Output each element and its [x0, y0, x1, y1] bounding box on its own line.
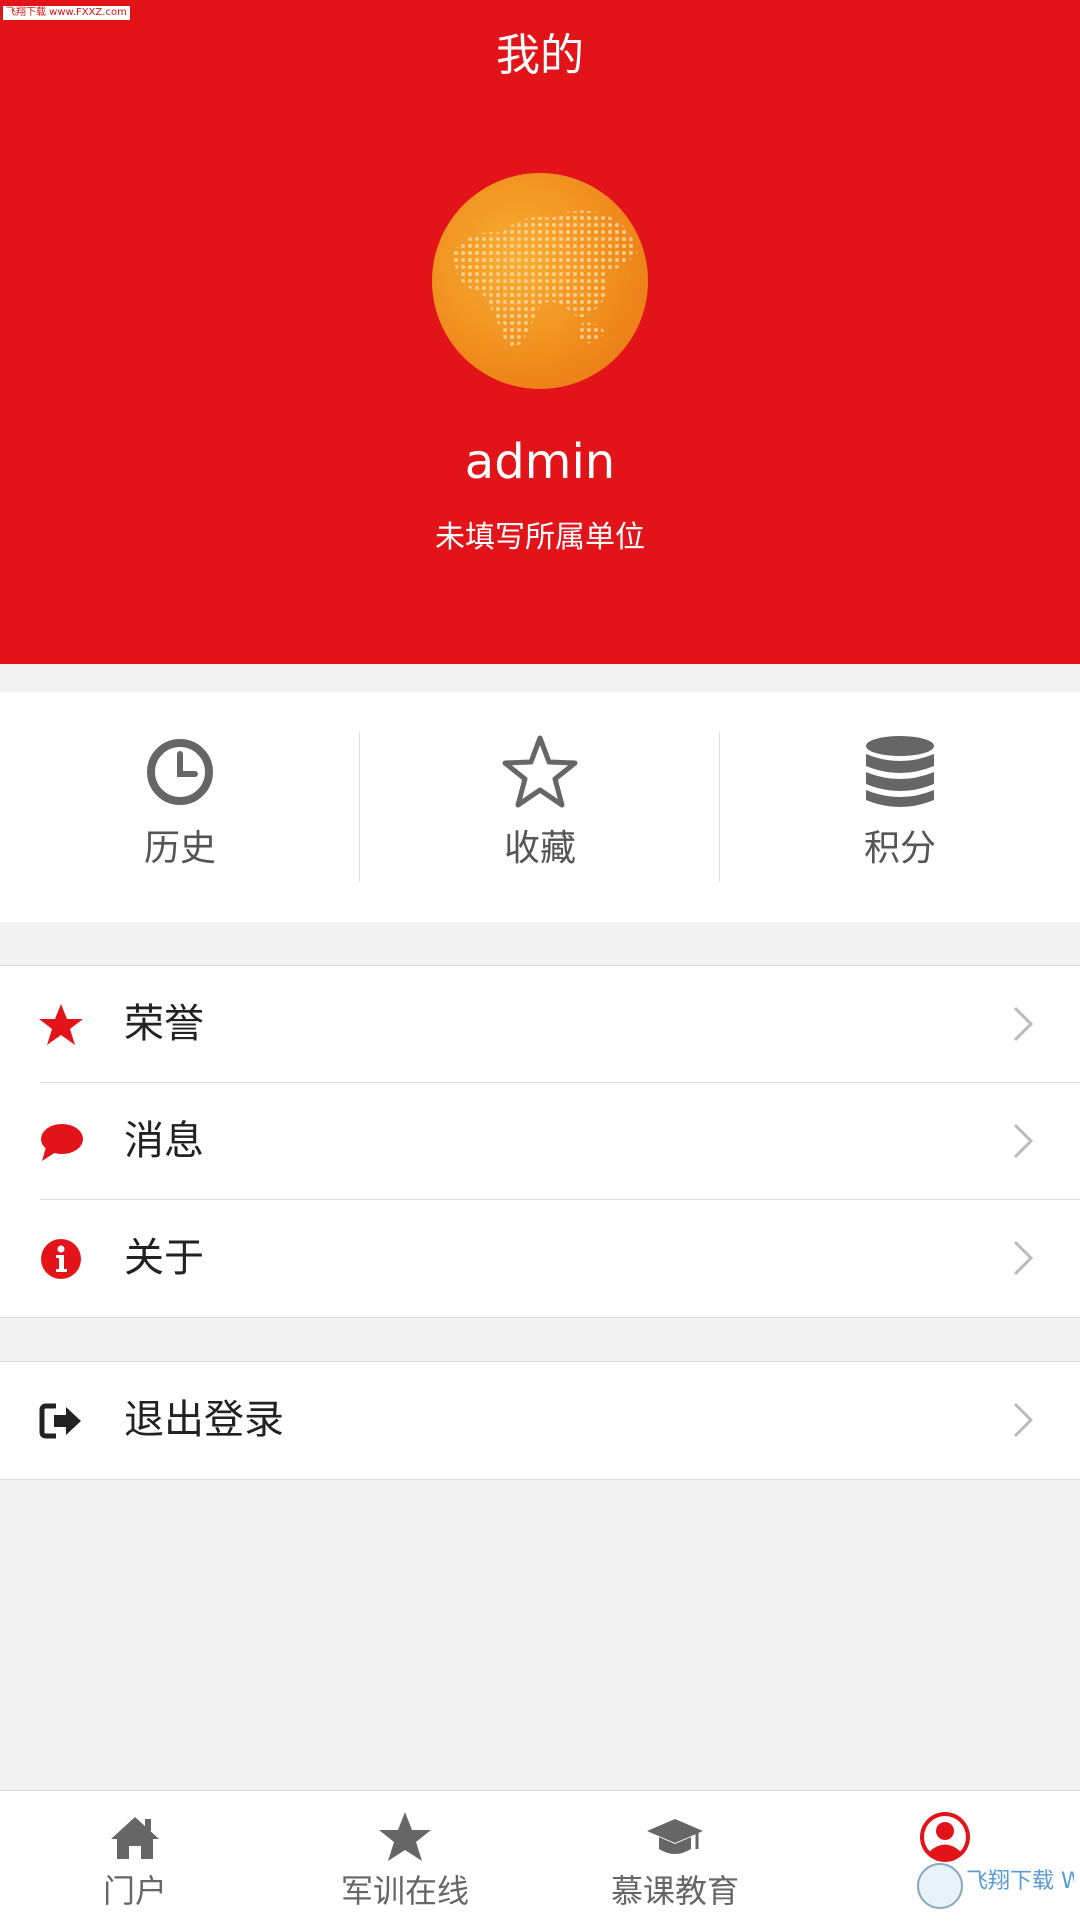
tab-label: 慕课教育: [610, 1872, 739, 1910]
menu-item-label: 消息: [124, 1118, 204, 1164]
avatar[interactable]: [432, 173, 648, 389]
tab-label: 门户: [102, 1872, 167, 1910]
info-icon: [41, 1239, 81, 1279]
world-map-icon: [452, 210, 637, 347]
star-icon: [379, 1812, 431, 1861]
logout-button[interactable]: 退出登录: [0, 1362, 1080, 1479]
star-icon: [39, 1004, 83, 1045]
quick-points-label: 积分: [863, 828, 936, 869]
tab-mooc[interactable]: 慕课教育: [540, 1791, 810, 1921]
profile-header: 飞翔下载 www.FXXZ.com 我的 admin 未填写所属单位: [0, 0, 1080, 664]
menu-item-messages[interactable]: 消息: [0, 1083, 1080, 1200]
database-icon: [866, 736, 934, 807]
star-outline-icon: [502, 735, 578, 808]
menu-item-label: 荣誉: [124, 1001, 204, 1047]
username: admin: [464, 434, 616, 490]
chevron-right-icon: [1013, 1240, 1034, 1276]
chevron-right-icon: [1013, 1123, 1034, 1159]
tab-label: 军训在线: [340, 1872, 469, 1910]
menu-item-about[interactable]: 关于: [0, 1200, 1080, 1317]
home-icon: [111, 1817, 159, 1859]
graduation-cap-icon: [647, 1819, 703, 1854]
logout-section: 退出登录: [0, 1361, 1080, 1480]
quick-favorites-label: 收藏: [503, 828, 576, 869]
quick-history[interactable]: 历史: [0, 692, 360, 922]
menu-item-label: 关于: [124, 1235, 204, 1281]
watermark-bottom-text: 飞翔下载 WWW.FXXZ.COM: [966, 1869, 1074, 1894]
chevron-right-icon: [1013, 1006, 1034, 1042]
tab-military-training[interactable]: 军训在线: [270, 1791, 540, 1921]
sign-out-icon: [39, 1403, 81, 1439]
menu-list: 荣誉 消息 关于: [0, 965, 1080, 1318]
clock-icon: [147, 739, 213, 805]
menu-item-honor[interactable]: 荣誉: [0, 966, 1080, 1083]
page-title: 我的: [496, 30, 584, 81]
unit-text: 未填写所属单位: [435, 520, 645, 555]
tab-portal[interactable]: 门户: [0, 1791, 270, 1921]
quick-favorites[interactable]: 收藏: [360, 692, 720, 922]
quick-history-label: 历史: [143, 828, 216, 869]
quick-points[interactable]: 积分: [720, 692, 1080, 922]
chat-bubble-icon: [41, 1124, 83, 1161]
watermark-top-left: 飞翔下载 www.FXXZ.com: [2, 5, 131, 21]
user-icon: [920, 1812, 970, 1862]
logout-label: 退出登录: [124, 1397, 284, 1443]
watermark-bottom-right: 飞翔下载 WWW.FXXZ.COM: [917, 1863, 1074, 1909]
chevron-right-icon: [1013, 1402, 1034, 1438]
quick-actions: 历史 收藏 积分: [0, 692, 1080, 922]
